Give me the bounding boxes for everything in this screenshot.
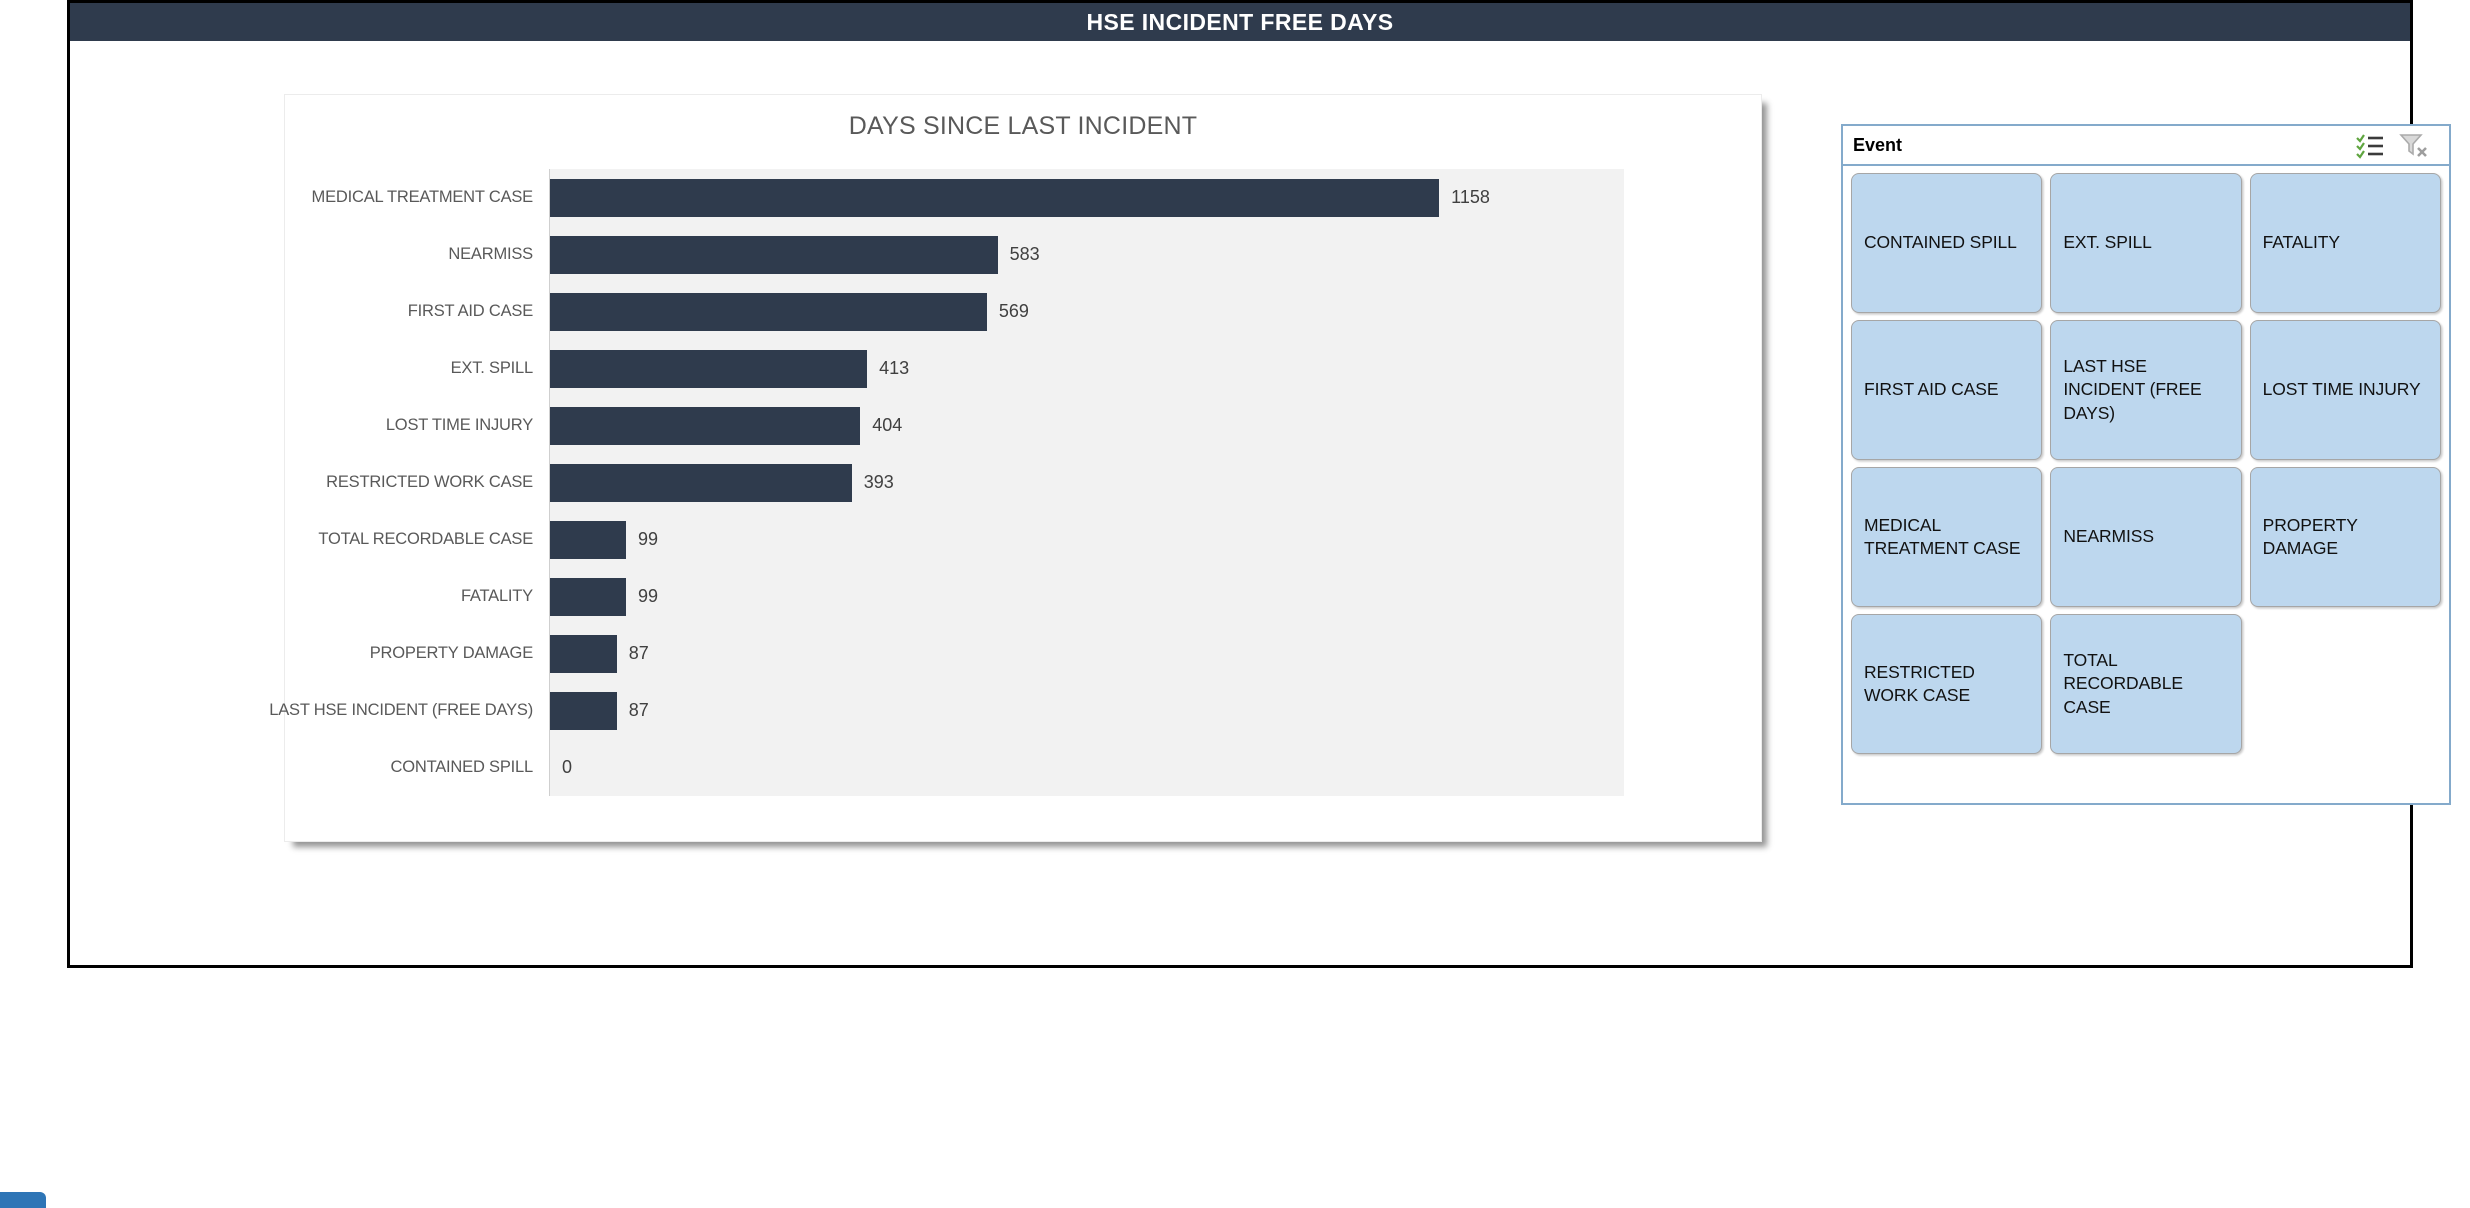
slicer-button-grid: CONTAINED SPILL EXT. SPILL FATALITY FIRST A… [1851, 173, 2441, 754]
slicer-item-last-hse-incident-free-days[interactable]: LAST HSE INCIDENT (FREE DAYS) [2050, 320, 2242, 460]
bar-zone: 99 [549, 511, 1624, 568]
chart-row: FATALITY 99 [285, 568, 1624, 625]
chart-row: LOST TIME INJURY 404 [285, 397, 1624, 454]
bar-value-label: 87 [628, 700, 649, 720]
event-slicer: Event CONTAINED SPILL EXT. SPILL FATALIT… [1841, 124, 2451, 805]
chart-row: NEARMISS 583 [285, 226, 1624, 283]
bar [550, 407, 861, 445]
bar-zone: 583 [549, 226, 1624, 283]
chart-row: CONTAINED SPILL 0 [285, 739, 1624, 796]
slicer-item-total-recordable-case[interactable]: TOTAL RECORDABLE CASE [2050, 614, 2242, 754]
bar-value-label: 1158 [1451, 187, 1490, 207]
chart-row: TOTAL RECORDABLE CASE 99 [285, 511, 1624, 568]
bottom-left-window-fragment [0, 1192, 46, 1208]
chart-card: DAYS SINCE LAST INCIDENT MEDICAL TREATME… [269, 94, 1762, 842]
event-slicer-header: Event [1843, 126, 2449, 164]
category-label: EXT. SPILL [450, 359, 534, 377]
event-slicer-title: Event [1853, 135, 1903, 155]
bar-value-label: 404 [872, 415, 903, 435]
dashboard-root: HSE INCIDENT FREE DAYS DAYS SINCE LAST I… [0, 0, 2470, 1208]
category-label: FIRST AID CASE [407, 302, 533, 320]
chart-row: PROPERTY DAMAGE 87 [285, 625, 1624, 682]
bar-zone: 87 [549, 625, 1624, 682]
bar-value-label: 583 [1009, 244, 1040, 264]
chart-row: EXT. SPILL 413 [285, 340, 1624, 397]
dashboard-title: HSE INCIDENT FREE DAYS [1086, 8, 1394, 35]
category-label: LAST HSE INCIDENT (FREE DAYS) [269, 701, 533, 719]
bar-zone: 0 [549, 739, 1624, 796]
bar-value-label: 569 [998, 301, 1029, 321]
bar [550, 635, 617, 673]
category-label: FATALITY [460, 587, 533, 605]
category-label: CONTAINED SPILL [390, 758, 534, 776]
bar-value-label: 413 [879, 358, 910, 378]
bar-value-label: 87 [628, 643, 649, 663]
category-label: MEDICAL TREATMENT CASE [311, 188, 534, 206]
slicer-item-contained-spill[interactable]: CONTAINED SPILL [1851, 173, 2043, 313]
bar-value-label: 99 [638, 586, 659, 606]
bar [550, 692, 617, 730]
clear-filter-icon[interactable] [2399, 133, 2429, 159]
dashboard-title-bar: HSE INCIDENT FREE DAYS [70, 3, 2410, 41]
slicer-item-ext-spill[interactable]: EXT. SPILL [2050, 173, 2242, 313]
chart-row: LAST HSE INCIDENT (FREE DAYS) 87 [269, 682, 1624, 739]
chart-row: FIRST AID CASE 569 [285, 283, 1624, 340]
bar [550, 293, 987, 331]
chart-rows: MEDICAL TREATMENT CASE 1158 NEARMISS 583 FIR… [269, 169, 1624, 796]
bar-value-label: 393 [863, 472, 894, 492]
category-label: TOTAL RECORDABLE CASE [318, 530, 533, 548]
category-label: LOST TIME INJURY [385, 416, 533, 434]
slicer-item-restricted-work-case[interactable]: RESTRICTED WORK CASE [1851, 614, 2043, 754]
bar-zone: 569 [549, 283, 1624, 340]
bar-zone: 404 [549, 397, 1624, 454]
bar-zone: 1158 [549, 169, 1624, 226]
slicer-item-medical-treatment-case[interactable]: MEDICAL TREATMENT CASE [1851, 467, 2043, 607]
bar [550, 236, 998, 274]
category-label: NEARMISS [448, 245, 533, 263]
bar-value-label: 0 [562, 757, 573, 777]
chart-title: DAYS SINCE LAST INCIDENT [848, 112, 1198, 140]
bar [550, 350, 868, 388]
slicer-item-nearmiss[interactable]: NEARMISS [2050, 467, 2242, 607]
slicer-header-divider [1843, 164, 2449, 166]
bar [550, 179, 1440, 217]
chart-row: RESTRICTED WORK CASE 393 [285, 454, 1624, 511]
bar-zone: 393 [549, 454, 1624, 511]
chart-row: MEDICAL TREATMENT CASE 1158 [285, 169, 1624, 226]
dashboard-frame: HSE INCIDENT FREE DAYS DAYS SINCE LAST I… [67, 0, 2451, 968]
category-label: RESTRICTED WORK CASE [326, 473, 533, 491]
bar-value-label: 99 [638, 529, 659, 549]
slicer-item-lost-time-injury[interactable]: LOST TIME INJURY [2249, 320, 2441, 460]
bar-zone: 87 [549, 682, 1624, 739]
bar [550, 578, 627, 616]
bar [550, 521, 627, 559]
bar-zone: 413 [549, 340, 1624, 397]
bar [550, 464, 852, 502]
multi-select-icon[interactable] [2355, 133, 2385, 159]
category-label: PROPERTY DAMAGE [369, 644, 533, 662]
slicer-item-property-damage[interactable]: PROPERTY DAMAGE [2249, 467, 2441, 607]
slicer-item-fatality[interactable]: FATALITY [2249, 173, 2441, 313]
slicer-item-first-aid-case[interactable]: FIRST AID CASE [1851, 320, 2043, 460]
bar-zone: 99 [549, 568, 1624, 625]
